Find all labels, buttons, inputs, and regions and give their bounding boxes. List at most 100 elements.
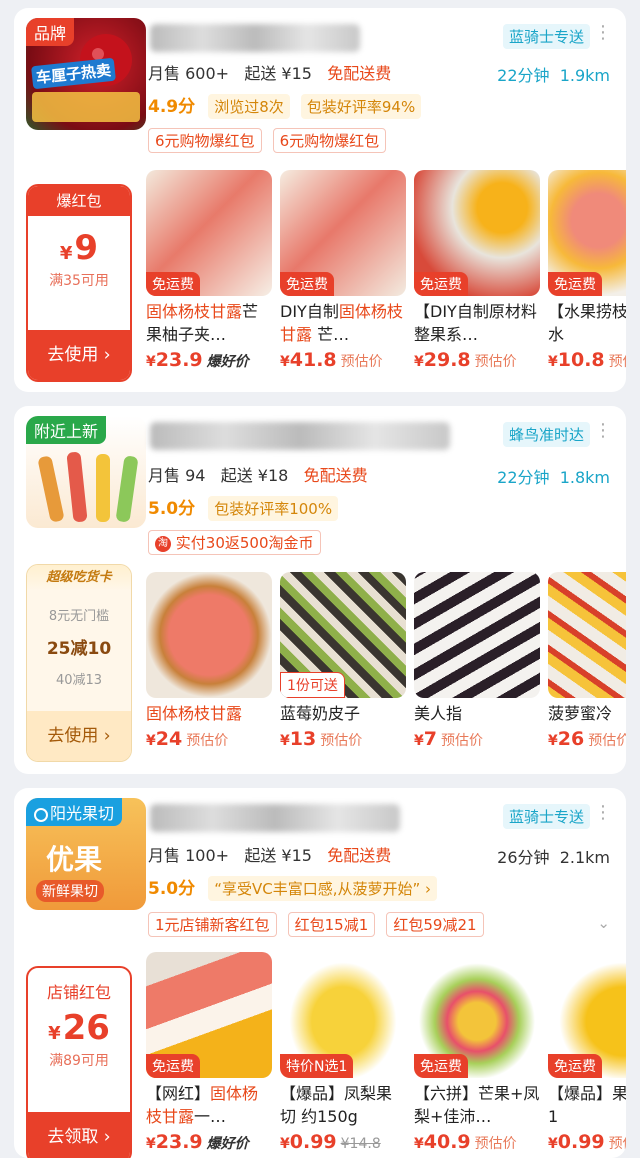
more-dots-icon[interactable]: ⋮ [594,422,612,440]
free-shipping-tag: 免运费 [414,272,468,296]
store-meta: 月售 100+ 起送 ¥15 免配送费 [148,842,391,866]
store-meta: 月售 600+ 起送 ¥15 免配送费 [148,60,391,84]
sun-icon [34,807,48,822]
monthly-sales: 月售 600+ [148,64,230,83]
store-meta: 月售 94 起送 ¥18 免配送费 [148,462,368,486]
eta: 22分钟 [497,468,550,487]
min-order: 起送 ¥15 [244,64,312,83]
product-title: 菠萝蜜冷 [548,704,613,723]
product-image [414,572,540,698]
store-logo[interactable]: 品牌 车厘子热卖 [26,18,146,130]
distance: 1.9km [559,66,610,85]
product-title: 美人指 [414,704,463,723]
delivery-badge: 蓝骑士专送 [502,24,590,49]
product-image [146,572,272,698]
product-title: 【爆品】果切 约1 [548,1084,626,1126]
product-price: ¥10.8预估价 [548,349,626,371]
slogan-badge[interactable]: “享受VC丰富口感,从菠萝开始” › [208,876,438,901]
product-price: ¥0.99 ¥14.8 [280,1131,381,1153]
logo-text: 优果 [46,843,103,876]
store-rating-row: 5.0分 包装好评率100% [148,494,344,521]
product-card[interactable]: 免运费 【水果捞枝甘露水 ¥10.8预估价 [548,170,626,371]
product-price: ¥41.8 预估价 [280,349,383,371]
free-delivery: 免配送费 [327,64,392,83]
promo-tag[interactable]: 6元购物爆红包 [272,128,387,153]
product-card[interactable]: 菠萝蜜冷 ¥26 预估价 [548,572,626,750]
special-offer-tag: 特价N选1 [280,1054,354,1078]
logo-subtext: 新鲜果切 [36,880,104,902]
product-card[interactable]: 固体杨枝甘露 ¥24 预估价 [146,572,272,750]
new-nearby-tag: 附近上新 [26,416,107,444]
eta: 22分钟 [497,66,550,85]
sunshine-cut-tag: 阳光果切 [26,798,123,826]
product-image: 免运费 [280,170,406,296]
product-card[interactable]: 1份可送 蓝莓奶皮子 ¥13 预估价 [280,572,406,750]
product-image: 免运费 [548,170,626,296]
product-title: 【水果捞枝甘露水 [548,302,626,344]
promo-tag[interactable]: 红包15减1 [287,912,376,937]
store-score: 5.0分 [148,879,196,899]
chevron-down-icon[interactable]: ⌄ [597,914,610,932]
product-title: 固体杨枝甘露 [146,704,243,723]
product-image: 免运费 [414,952,540,1078]
store-name-blurred [150,422,450,450]
free-shipping-tag: 免运费 [146,272,200,296]
use-coupon-button[interactable]: 去使用 › [28,330,130,380]
product-card[interactable]: 特价N选1 【爆品】凤梨果切 约150g ¥0.99 ¥14.8 [280,952,406,1153]
product-image: 免运费 [146,170,272,296]
more-dots-icon[interactable]: ⋮ [594,24,612,42]
packaging-rating-badge: 包装好评率94% [300,94,422,119]
promo-tag[interactable]: 6元购物爆红包 [148,128,262,153]
store-name-blurred [150,804,400,832]
free-shipping-tag: 免运费 [414,1054,468,1078]
delivery-time: 22分钟 1.8km [497,464,610,488]
product-title: 【DIY自制原材料整果系… [414,302,537,344]
red-packet-coupon[interactable]: 爆红包 ¥9 满35可用 去使用 › [26,184,132,382]
product-card[interactable]: 免运费 固体杨枝甘露芒果柚子夹… ¥23.9 爆好价 [146,170,272,371]
product-card[interactable]: 免运费 【DIY自制原材料整果系… ¥29.8 预估价 [414,170,540,371]
product-price: ¥24 预估价 [146,728,229,750]
product-card[interactable]: 免运费 【爆品】果切 约1 ¥0.99预估价 [548,952,626,1153]
product-title: DIY自制固体杨枝甘露 芒… [280,302,403,344]
product-card[interactable]: 免运费 DIY自制固体杨枝甘露 芒… ¥41.8 预估价 [280,170,406,371]
product-image: 免运费 [414,170,540,296]
store-score: 4.9分 [148,97,196,117]
min-order: 起送 ¥18 [220,466,289,485]
store-card[interactable]: 阳光果切 优果 新鲜果切 蓝骑士专送 ⋮ 月售 100+ 起送 ¥15 免配送费… [14,788,626,1158]
product-image [548,572,626,698]
promo-tag[interactable]: 红包59减21 [386,912,484,937]
coupon-title: 超级吃货卡 [27,565,131,591]
product-price: ¥40.9 预估价 [414,1131,517,1153]
more-dots-icon[interactable]: ⋮ [594,804,612,822]
promo-tag[interactable]: 1元店铺新客红包 [148,912,277,937]
single-delivery-tag: 1份可送 [280,672,345,698]
store-logo[interactable]: 阳光果切 优果 新鲜果切 [26,798,146,910]
product-card[interactable]: 美人指 ¥7 预估价 [414,572,540,750]
product-image: 特价N选1 [280,952,406,1078]
store-red-packet-coupon[interactable]: 店铺红包 ¥26 满89可用 去领取 › [26,966,132,1158]
product-image: 免运费 [146,952,272,1078]
claim-coupon-button[interactable]: 去领取 › [28,1112,130,1158]
coupon-line: 8元无门槛 [48,609,110,624]
coupon-amount: ¥9 [59,228,99,268]
promo-tag[interactable]: 淘 实付30返500淘金币 [148,530,321,555]
store-logo[interactable]: 附近上新 [26,416,146,528]
use-coupon-button[interactable]: 去使用 › [27,711,131,761]
free-shipping-tag: 免运费 [548,1054,602,1078]
distance: 2.1km [559,848,610,867]
product-title: 固体杨枝甘露芒果柚子夹… [146,302,259,344]
product-title: 【爆品】凤梨果切 约150g [280,1084,393,1126]
product-price: ¥29.8 预估价 [414,349,517,371]
foodie-card-coupon[interactable]: 超级吃货卡 8元无门槛 25减10 40减13 去使用 › [26,564,132,762]
product-card[interactable]: 免运费 【六拼】芒果+凤梨+佳沛… ¥40.9 预估价 [414,952,540,1153]
taobao-coin-icon: 淘 [155,535,171,552]
product-title: 【六拼】芒果+凤梨+佳沛… [414,1084,540,1126]
store-card[interactable]: 品牌 车厘子热卖 蓝骑士专送 ⋮ 月售 600+ 起送 ¥15 免配送费 22分… [14,8,626,392]
store-name-blurred [150,24,360,52]
store-rating-row: 5.0分 “享受VC丰富口感,从菠萝开始” › [148,874,443,901]
product-price: ¥23.9 爆好价 [146,1131,249,1153]
coupon-title: 爆红包 [28,186,130,216]
store-card[interactable]: 附近上新 蜂鸟准时达 ⋮ 月售 94 起送 ¥18 免配送费 22分钟 1.8k… [14,406,626,774]
product-price: ¥23.9 爆好价 [146,349,249,371]
product-card[interactable]: 免运费 【网红】固体杨枝甘露一… ¥23.9 爆好价 [146,952,272,1153]
